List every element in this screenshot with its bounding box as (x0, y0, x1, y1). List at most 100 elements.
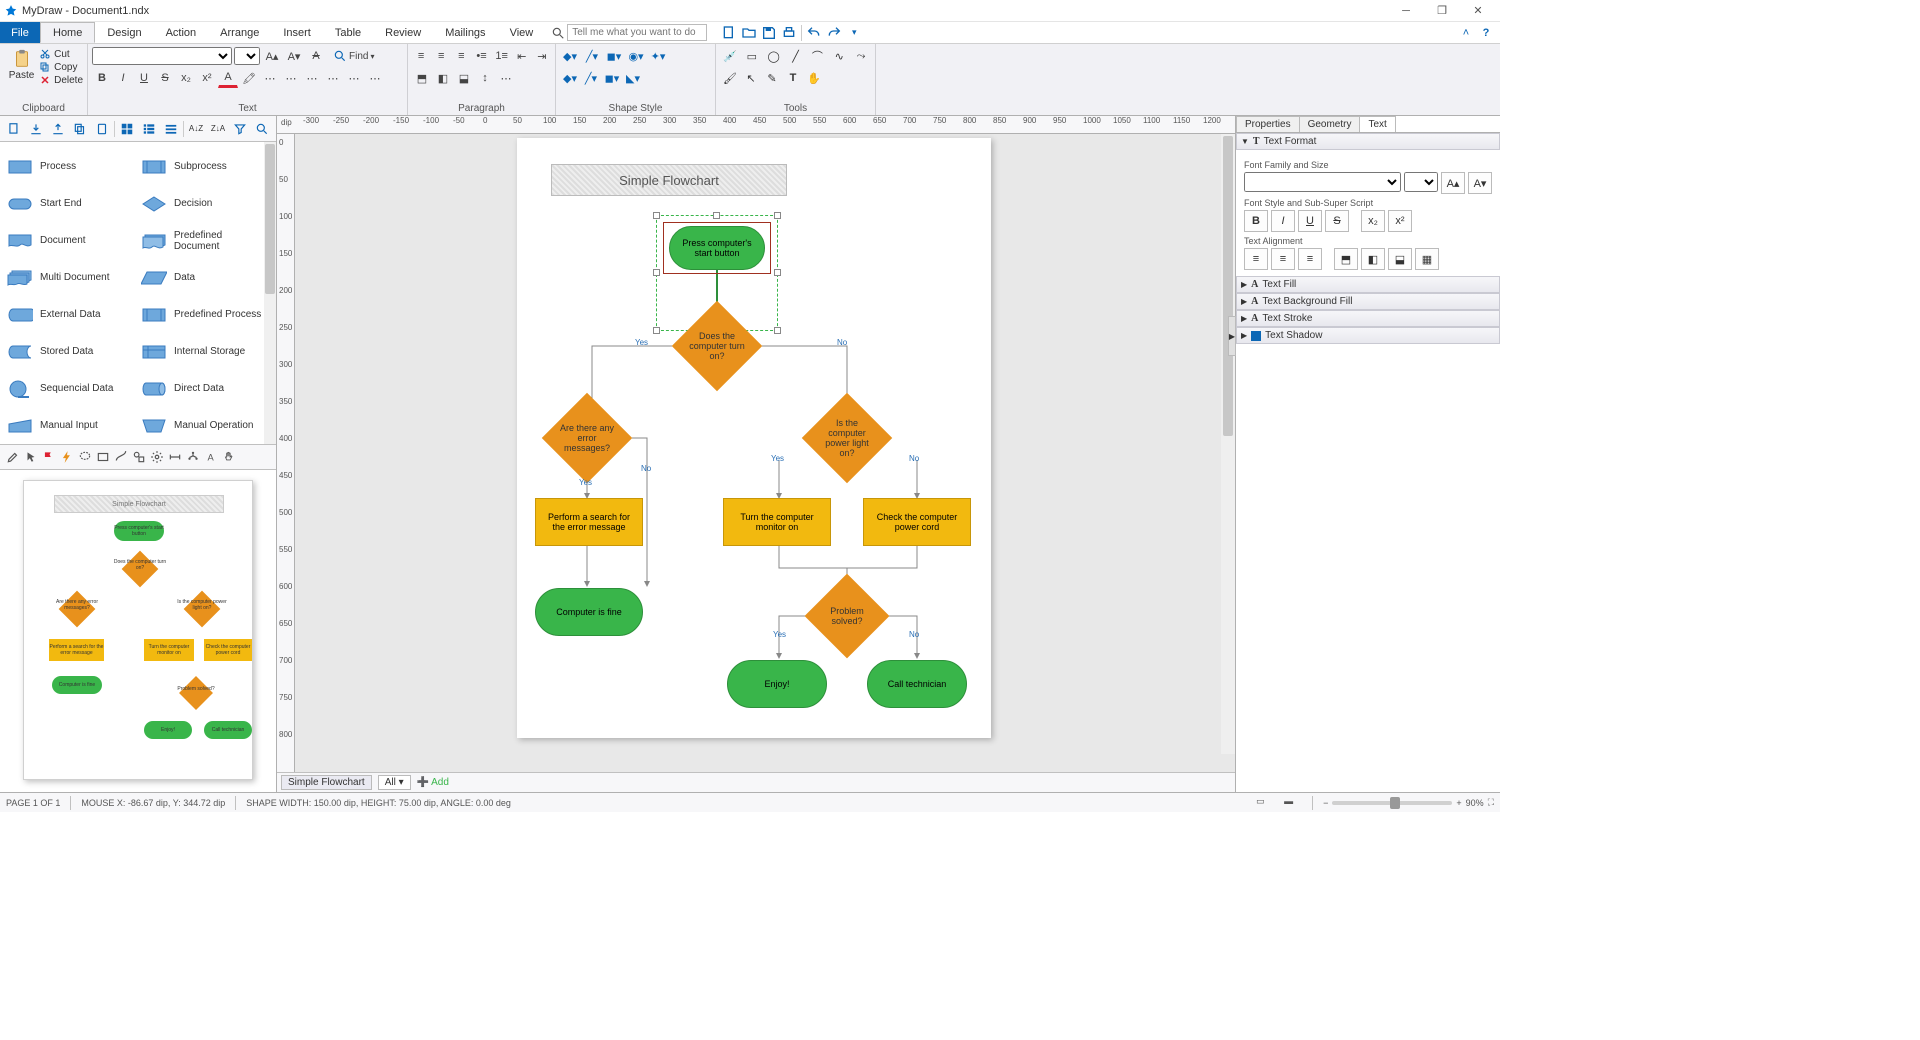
lt-view3[interactable] (161, 119, 181, 139)
node-p2[interactable]: Turn the computer monitor on (723, 498, 831, 546)
format-painter[interactable]: 🖌 (720, 68, 740, 88)
pt-pointer-icon[interactable] (24, 450, 38, 464)
maximize-button[interactable]: ❐ (1424, 1, 1460, 21)
text-more6[interactable]: ⋯ (365, 68, 385, 88)
pt-dim-icon[interactable] (168, 450, 182, 464)
pt-flag-icon[interactable] (42, 450, 56, 464)
palette-scrollbar[interactable] (264, 142, 276, 444)
node-d2[interactable]: Are there any error messages? (555, 406, 619, 470)
rp-superscript[interactable]: x² (1388, 210, 1412, 232)
underline[interactable]: U (134, 68, 154, 88)
qat-more[interactable]: ▾ (846, 25, 862, 41)
pt-shapes-icon[interactable] (132, 450, 146, 464)
lt-paste[interactable] (92, 119, 112, 139)
subscript[interactable]: x₂ (176, 68, 196, 88)
sec-text-shadow[interactable]: ▶Text Shadow (1236, 327, 1500, 344)
text-more4[interactable]: ⋯ (323, 68, 343, 88)
highlight[interactable]: 🖍 (239, 68, 259, 88)
rtab-text[interactable]: Text (1359, 116, 1395, 132)
eyedropper[interactable]: 💉 (720, 46, 740, 66)
sec-text-stroke[interactable]: ▶AText Stroke (1236, 310, 1500, 327)
arc-tool[interactable]: ⌒ (807, 46, 827, 66)
search-input[interactable] (567, 24, 707, 41)
connector-tool[interactable]: ⤳ (851, 46, 871, 66)
pt-bolt-icon[interactable] (60, 450, 74, 464)
shape-predefined-document[interactable]: Predefined Document (138, 222, 272, 259)
lt-export[interactable] (48, 119, 68, 139)
delete-button[interactable]: Delete (39, 74, 83, 86)
rp-font-family[interactable] (1244, 172, 1401, 192)
tab-action[interactable]: Action (154, 22, 209, 43)
node-t3[interactable]: Call technician (867, 660, 967, 708)
rtab-geometry[interactable]: Geometry (1299, 116, 1361, 132)
font-color[interactable]: A (218, 68, 238, 88)
zoom-slider[interactable] (1332, 801, 1452, 805)
shape-external-data[interactable]: External Data (4, 296, 138, 333)
sec-text-bg[interactable]: ▶AText Background Fill (1236, 293, 1500, 310)
shape-multi-document[interactable]: Multi Document (4, 259, 138, 296)
minimize-button[interactable]: ─ (1388, 1, 1424, 21)
text-more3[interactable]: ⋯ (302, 68, 322, 88)
shape-process[interactable]: Process (4, 148, 138, 185)
align-left[interactable]: ≡ (412, 46, 430, 66)
valign-bot[interactable]: ⬓ (454, 68, 474, 88)
indent-dec[interactable]: ⇤ (513, 46, 531, 66)
rp-bold[interactable]: B (1244, 210, 1268, 232)
para-more[interactable]: ⋯ (496, 68, 516, 88)
pt-hand-icon[interactable] (222, 450, 236, 464)
qat-redo[interactable] (826, 25, 842, 41)
lt-import[interactable] (26, 119, 46, 139)
lt-view2[interactable] (139, 119, 159, 139)
grow-font[interactable]: A▴ (262, 46, 282, 66)
text-more1[interactable]: ⋯ (260, 68, 280, 88)
pt-connector-icon[interactable] (114, 450, 128, 464)
zoom-in[interactable]: + (1456, 798, 1461, 808)
close-button[interactable]: ✕ (1460, 1, 1496, 21)
rp-valign-justify[interactable]: ▦ (1415, 248, 1439, 270)
valign-mid[interactable]: ◧ (433, 68, 453, 88)
rectangle-tool[interactable]: ▭ (742, 46, 762, 66)
qat-undo[interactable] (806, 25, 822, 41)
rp-strike[interactable]: S (1325, 210, 1349, 232)
canvas[interactable]: Simple Flowchart (295, 134, 1235, 772)
shape-decision[interactable]: Decision (138, 185, 272, 222)
node-d3[interactable]: Is the computer power light on? (815, 406, 879, 470)
rp-underline[interactable]: U (1298, 210, 1322, 232)
cut-button[interactable]: Cut (39, 48, 83, 60)
align-right[interactable]: ≡ (452, 46, 470, 66)
rp-shrink-font[interactable]: A▾ (1468, 172, 1492, 194)
shape-manual-input[interactable]: Manual Input (4, 407, 138, 444)
numbering[interactable]: 1≡ (493, 46, 511, 66)
bullets[interactable]: •≡ (472, 46, 490, 66)
pt-edit-icon[interactable] (6, 450, 20, 464)
view-normal[interactable]: ▭ (1256, 796, 1274, 810)
zoom-fit[interactable]: ⛶ (1488, 797, 1494, 808)
qat-print[interactable] (781, 25, 797, 41)
tab-arrange[interactable]: Arrange (208, 22, 271, 43)
pt-rect-icon[interactable] (96, 450, 110, 464)
rightpanel-collapse[interactable]: ▶ (1228, 316, 1236, 356)
rp-valign-bot[interactable]: ⬓ (1388, 248, 1412, 270)
sec-text-fill[interactable]: ▶AText Fill (1236, 276, 1500, 293)
shape-fill[interactable]: ◆▾ (560, 68, 580, 88)
copy-button[interactable]: Copy (39, 61, 83, 73)
find-button[interactable]: Find▾ (328, 46, 379, 66)
pt-text-icon[interactable]: A (204, 450, 218, 464)
superscript[interactable]: x² (197, 68, 217, 88)
tab-view[interactable]: View (498, 22, 546, 43)
align-center[interactable]: ≡ (432, 46, 450, 66)
lt-new[interactable] (4, 119, 24, 139)
tell-me-search[interactable] (551, 22, 707, 43)
shape-corner[interactable]: ◣▾ (623, 68, 643, 88)
ribbon-collapse[interactable]: ˄ (1458, 25, 1474, 41)
shape-internal-storage[interactable]: Internal Storage (138, 333, 272, 370)
lt-sort-az[interactable]: A↓Z (186, 119, 206, 139)
tab-insert[interactable]: Insert (271, 22, 323, 43)
sheet-tab-1[interactable]: Simple Flowchart (281, 775, 372, 790)
node-d4[interactable]: Problem solved? (817, 586, 877, 646)
sheet-add[interactable]: ➕ Add (417, 777, 449, 788)
tab-file[interactable]: File (0, 22, 40, 43)
tab-review[interactable]: Review (373, 22, 433, 43)
help-button[interactable]: ? (1478, 25, 1494, 41)
node-start[interactable]: Press computer's start button (669, 226, 765, 270)
